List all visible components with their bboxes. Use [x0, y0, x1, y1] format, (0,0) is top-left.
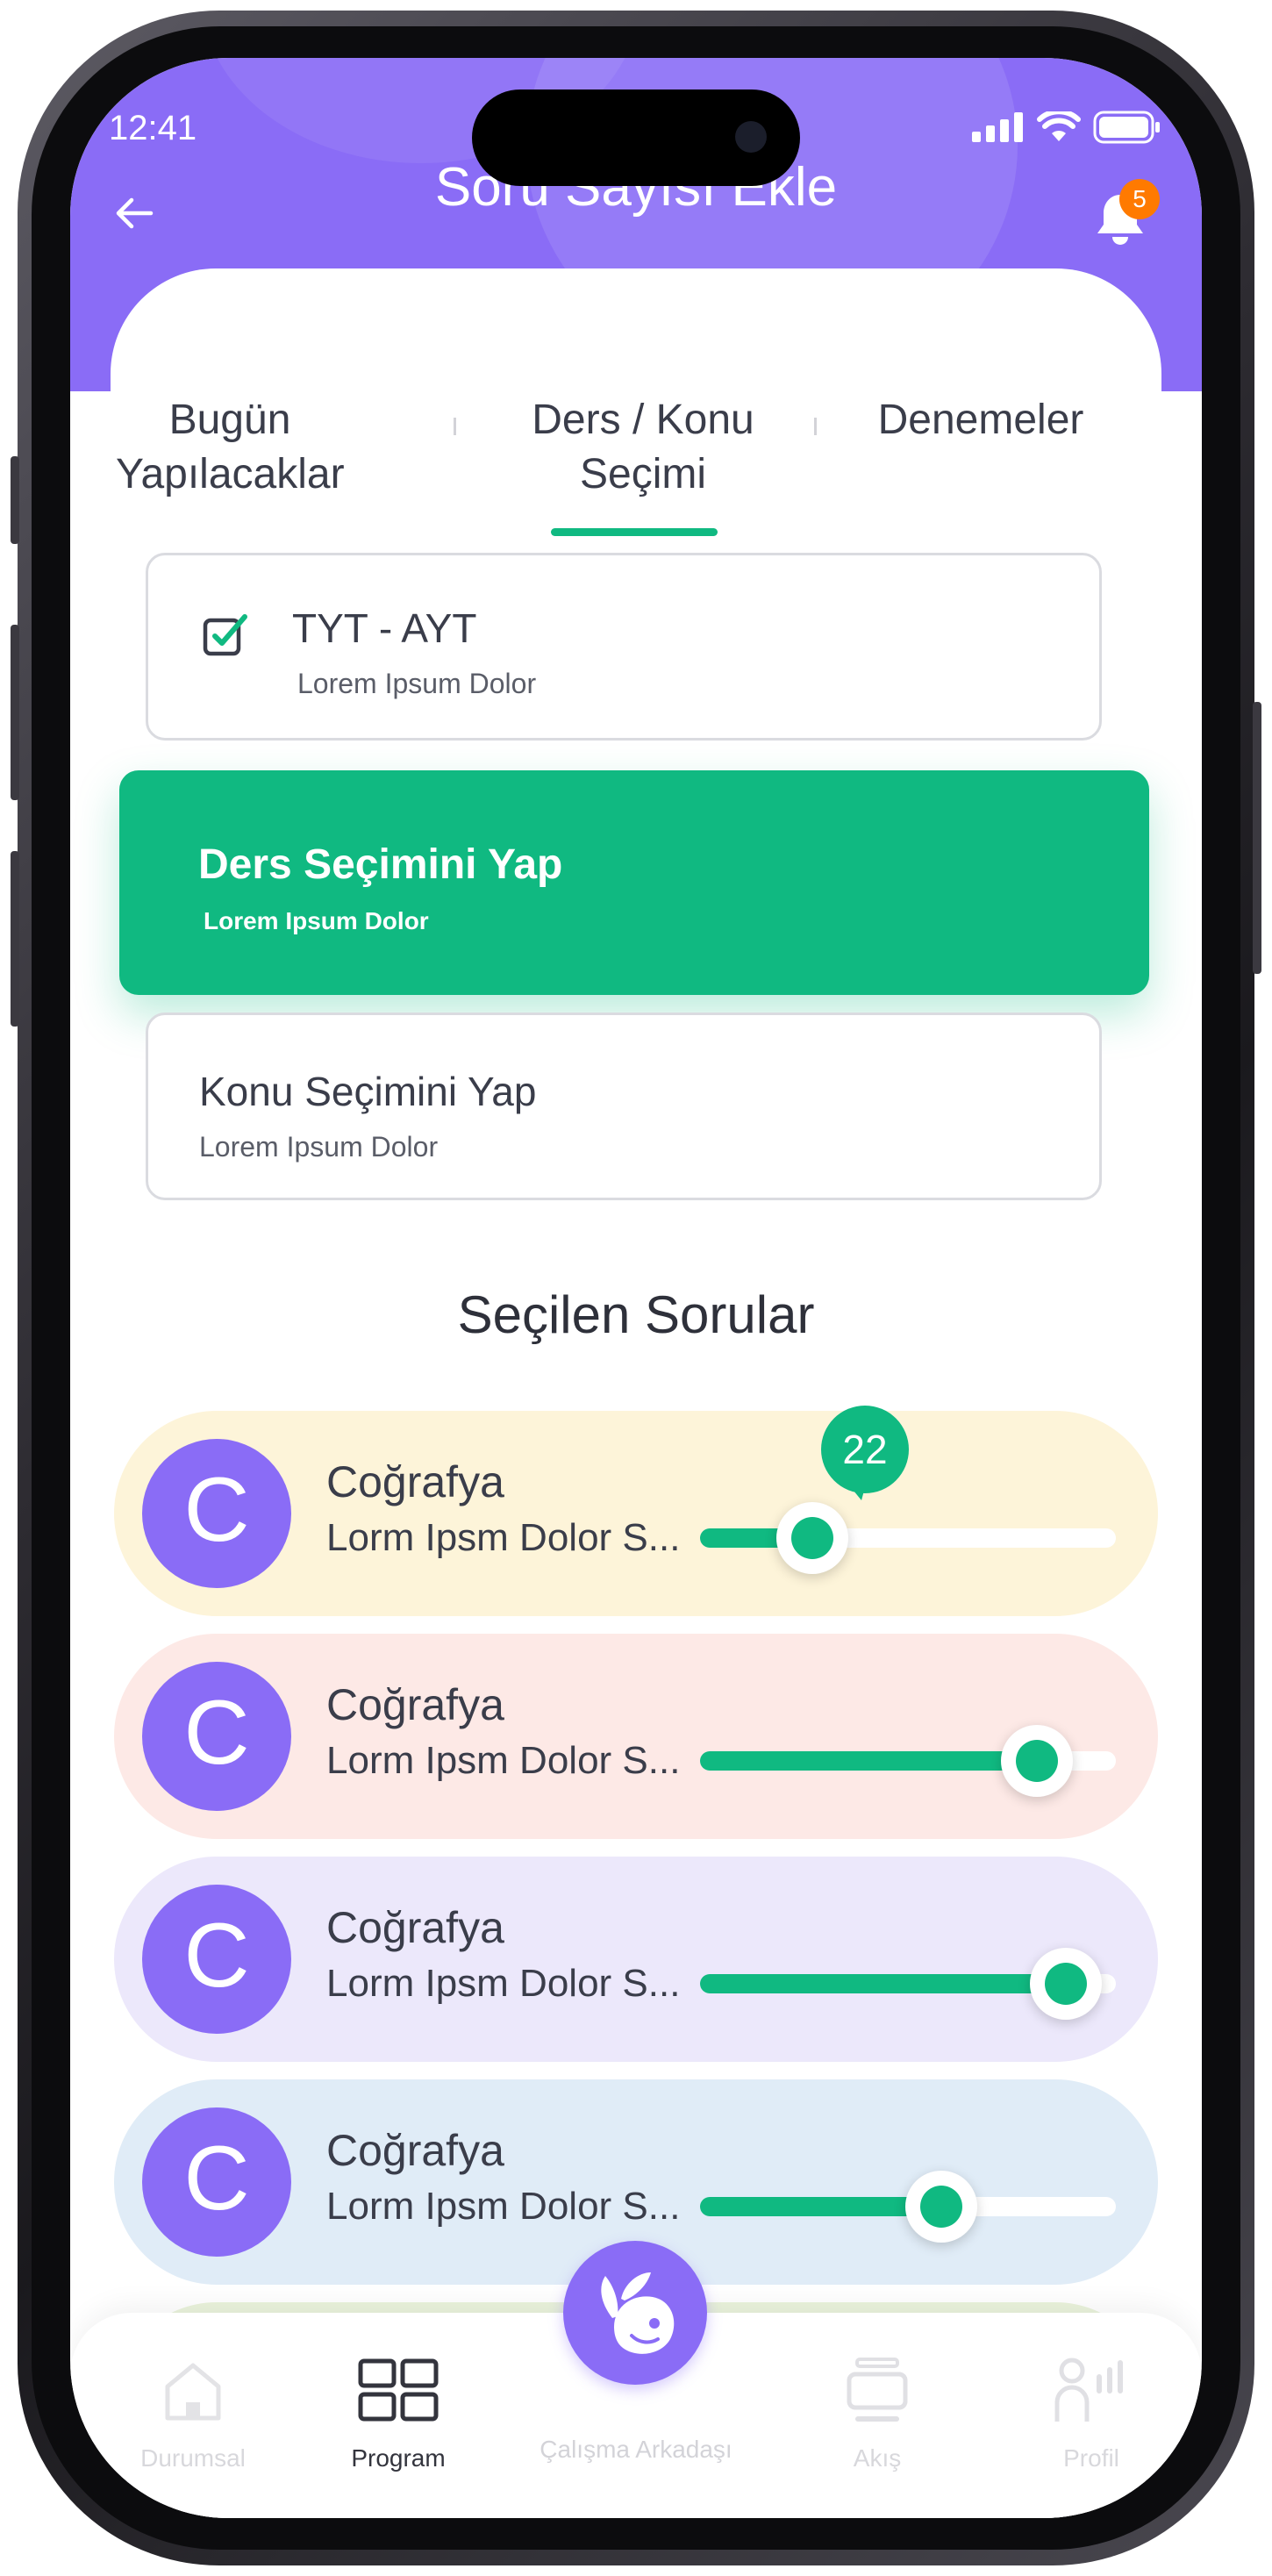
tab-divider [814, 418, 817, 435]
app-screen: Soru Sayısı Ekle 12:41 5 Bugün Yapılacak… [70, 58, 1202, 2518]
option-title: TYT - AYT [292, 605, 477, 651]
subject-description: Lorm Ipsm Dolor S... [326, 1962, 681, 2005]
tab-label: Bugün [168, 397, 291, 443]
nav-label: Profil [1063, 2444, 1119, 2472]
slider-handle[interactable] [1030, 1948, 1102, 2020]
subject-avatar: C [142, 2107, 291, 2257]
subject-name: Coğrafya [326, 1903, 504, 1952]
subject-description: Lorm Ipsm Dolor S... [326, 1739, 681, 1782]
tab-divider [454, 418, 456, 435]
home-icon [165, 2363, 221, 2421]
status-time: 12:41 [109, 109, 197, 147]
subject-name: Coğrafya [326, 1457, 504, 1506]
lesson-select-option[interactable]: Ders Seçimini Yap Lorem Ipsum Dolor [119, 770, 1149, 995]
nav-profil[interactable]: Profil [995, 2313, 1188, 2518]
active-tab-indicator [551, 528, 718, 536]
slider-handle[interactable] [1001, 1725, 1073, 1797]
subject-row[interactable]: C Coğrafya Lorm Ipsm Dolor S... [114, 1634, 1158, 1839]
option-subtitle: Lorem Ipsum Dolor [199, 1131, 439, 1163]
subject-initial-icon: C [183, 2128, 249, 2229]
nav-akis[interactable]: Akış [781, 2313, 974, 2518]
cards-icon [847, 2358, 908, 2422]
notification-badge: 5 [1119, 179, 1160, 219]
subject-initial-icon: C [183, 1459, 249, 1561]
checkbox-checked-icon[interactable] [203, 612, 250, 659]
subject-description: Lorm Ipsm Dolor S... [326, 2185, 681, 2228]
question-count-slider[interactable] [700, 1948, 1116, 2020]
grid-icon [358, 2358, 439, 2422]
rabbit-icon [601, 2272, 675, 2354]
topic-select-option[interactable]: Konu Seçimini Yap Lorem Ipsum Dolor [146, 1013, 1102, 1200]
tab-label: Denemeler [877, 397, 1084, 443]
option-subtitle: Lorem Ipsum Dolor [297, 668, 537, 699]
subject-initial-icon: C [183, 1905, 249, 2007]
option-title: Konu Seçimini Yap [199, 1069, 537, 1114]
subject-initial-icon: C [183, 1682, 249, 1784]
nav-label: Çalışma Arkadaşı [540, 2436, 732, 2463]
subject-name: Coğrafya [326, 1680, 504, 1729]
tab-label: Ders / Konu [532, 397, 754, 443]
subject-avatar: C [142, 1885, 291, 2034]
svg-text:C: C [183, 2128, 249, 2229]
nav-program[interactable]: Program [302, 2313, 495, 2518]
camera-icon [735, 121, 767, 153]
svg-text:C: C [183, 1682, 249, 1784]
slider-fill [700, 1974, 1066, 1993]
subject-row[interactable]: C Coğrafya Lorm Ipsm Dolor S... [114, 1857, 1158, 2062]
signal-icon [972, 112, 1023, 142]
question-count-slider[interactable] [700, 1725, 1116, 1797]
notification-button[interactable]: 5 [1091, 179, 1160, 247]
slider-handle[interactable] [776, 1502, 848, 1574]
exam-type-option[interactable]: TYT - AYT Lorem Ipsum Dolor [146, 553, 1102, 741]
tab-bar: Bugün Yapılacaklar Ders / Konu Seçimi De… [70, 340, 1202, 536]
power-button [1253, 702, 1261, 974]
tab-ders-konu-secimi[interactable]: Ders / Konu Seçimi [516, 393, 770, 502]
nav-label: Durumsal [140, 2444, 246, 2472]
volume-down-button [11, 851, 19, 1027]
slider-handle[interactable] [905, 2171, 977, 2243]
volume-up-button [11, 625, 19, 800]
option-title: Ders Seçimini Yap [198, 841, 563, 888]
option-subtitle: Lorem Ipsum Dolor [204, 907, 429, 934]
study-buddy-button[interactable] [563, 2241, 707, 2385]
nav-durumsal[interactable]: Durumsal [96, 2313, 289, 2518]
nav-label: Akış [853, 2444, 902, 2472]
subject-description: Lorm Ipsm Dolor S... [326, 1516, 681, 1559]
section-title: Seçilen Sorular [457, 1285, 815, 1344]
tab-denemeler[interactable]: Denemeler [849, 393, 1112, 447]
subject-row[interactable]: C Coğrafya Lorm Ipsm Dolor S... [114, 1411, 1158, 1616]
wifi-icon [1037, 111, 1081, 141]
bubble-tail [846, 1481, 867, 1500]
profile-icon [1054, 2358, 1123, 2422]
svg-text:C: C [183, 1459, 249, 1561]
svg-text:C: C [183, 1905, 249, 2007]
tab-label: Yapılacaklar [116, 451, 345, 497]
question-count-slider[interactable] [700, 2171, 1116, 2243]
tab-label: Seçimi [579, 451, 707, 497]
dynamic-island [472, 89, 800, 186]
subject-name: Coğrafya [326, 2126, 504, 2175]
subject-avatar: C [142, 1439, 291, 1588]
subject-avatar: C [142, 1662, 291, 1811]
tab-bugun-yapilacaklar[interactable]: Bugün Yapılacaklar [116, 393, 345, 502]
nav-label: Program [351, 2444, 446, 2472]
status-icons [972, 111, 1161, 144]
battery-icon [1093, 111, 1160, 144]
slider-value-bubble: 22 [821, 1406, 909, 1493]
back-arrow-icon[interactable] [112, 191, 156, 235]
question-count-slider[interactable] [700, 1502, 1116, 1574]
action-button [11, 456, 19, 544]
slider-fill [700, 1751, 1037, 1771]
